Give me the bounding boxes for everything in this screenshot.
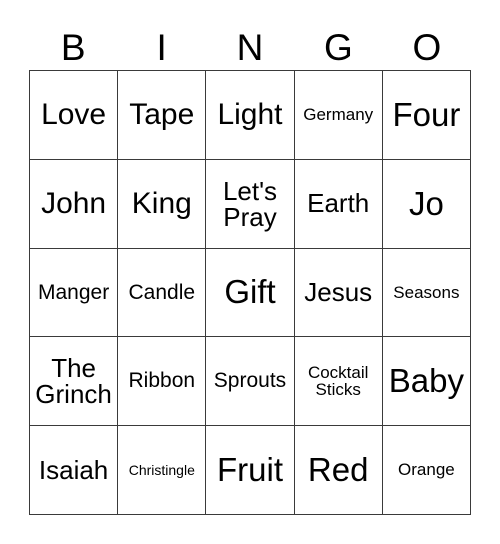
- bingo-cell[interactable]: King: [118, 159, 207, 249]
- bingo-cell[interactable]: Germany: [294, 71, 383, 160]
- bingo-cell-label: Sprouts: [213, 369, 287, 393]
- bingo-cell[interactable]: Ribbon: [118, 337, 207, 427]
- bingo-cell[interactable]: Christingle: [118, 426, 207, 515]
- bingo-cell-label: Four: [392, 95, 461, 133]
- bingo-cell[interactable]: Tape: [118, 71, 207, 160]
- bingo-card: B I N G O Love Tape Light Germany Four J…: [0, 0, 500, 544]
- bingo-cell-label: The Grinch: [35, 353, 112, 410]
- bingo-cell[interactable]: Isaiah: [30, 426, 119, 515]
- bingo-cell-label: Christingle: [128, 461, 195, 478]
- bingo-cell-label: Gift: [224, 273, 276, 311]
- bingo-cell-label: Isaiah: [38, 454, 109, 485]
- bingo-cell-label: Cocktail Sticks: [307, 363, 369, 400]
- bingo-cell[interactable]: Sprouts: [206, 337, 295, 427]
- bingo-cell-label: Tape: [129, 98, 195, 132]
- bingo-cell-label: Baby: [388, 362, 464, 400]
- bingo-cell[interactable]: Light: [206, 71, 295, 160]
- bingo-header-letter-o: O: [412, 27, 442, 68]
- bingo-header-letter-g: G: [324, 27, 353, 68]
- bingo-cell[interactable]: Four: [382, 71, 471, 160]
- bingo-cell-label: Jo: [408, 184, 444, 222]
- bingo-cell[interactable]: John: [30, 159, 119, 249]
- bingo-cell[interactable]: Manger: [30, 248, 119, 338]
- bingo-cell-label: Fruit: [216, 450, 283, 488]
- bingo-cell[interactable]: The Grinch: [30, 337, 119, 427]
- bingo-grid: Love Tape Light Germany Four John King L…: [29, 70, 471, 515]
- bingo-cell[interactable]: Love: [30, 71, 119, 160]
- bingo-cell[interactable]: Orange: [382, 426, 471, 515]
- bingo-cell[interactable]: Cocktail Sticks: [294, 337, 383, 427]
- bingo-cell[interactable]: Gift: [206, 248, 295, 338]
- bingo-cell[interactable]: Red: [294, 426, 383, 515]
- bingo-cell-label: Candle: [128, 280, 196, 304]
- bingo-header-letter-i: I: [156, 27, 167, 68]
- bingo-cell-label: Germany: [303, 105, 374, 125]
- bingo-header-letter-b: B: [60, 27, 86, 68]
- bingo-cell[interactable]: Jo: [382, 159, 471, 249]
- bingo-cell-label: Love: [41, 98, 107, 132]
- bingo-cell[interactable]: Earth: [294, 159, 383, 249]
- bingo-cell-label: Orange: [398, 460, 455, 480]
- bingo-cell-label: Earth: [307, 188, 370, 219]
- bingo-cell-label: John: [41, 187, 107, 221]
- bingo-cell[interactable]: Seasons: [382, 248, 471, 338]
- bingo-cell[interactable]: Let's Pray: [206, 159, 295, 249]
- bingo-cell-label: Red: [307, 450, 369, 488]
- bingo-cell-label: King: [131, 187, 192, 221]
- bingo-cell-label: Seasons: [393, 282, 460, 302]
- bingo-cell-label: Let's Pray: [222, 175, 278, 232]
- bingo-cell-label: Ribbon: [128, 369, 196, 393]
- bingo-cell[interactable]: Fruit: [206, 426, 295, 515]
- bingo-cell-label: Manger: [37, 280, 110, 304]
- bingo-cell-label: Jesus: [304, 276, 373, 307]
- bingo-cell-label: Light: [217, 98, 283, 132]
- bingo-cell[interactable]: Candle: [118, 248, 207, 338]
- bingo-cell[interactable]: Baby: [382, 337, 471, 427]
- bingo-header-letter-n: N: [236, 27, 264, 68]
- bingo-cell[interactable]: Jesus: [294, 248, 383, 338]
- bingo-header-row: B I N G O: [29, 16, 471, 68]
